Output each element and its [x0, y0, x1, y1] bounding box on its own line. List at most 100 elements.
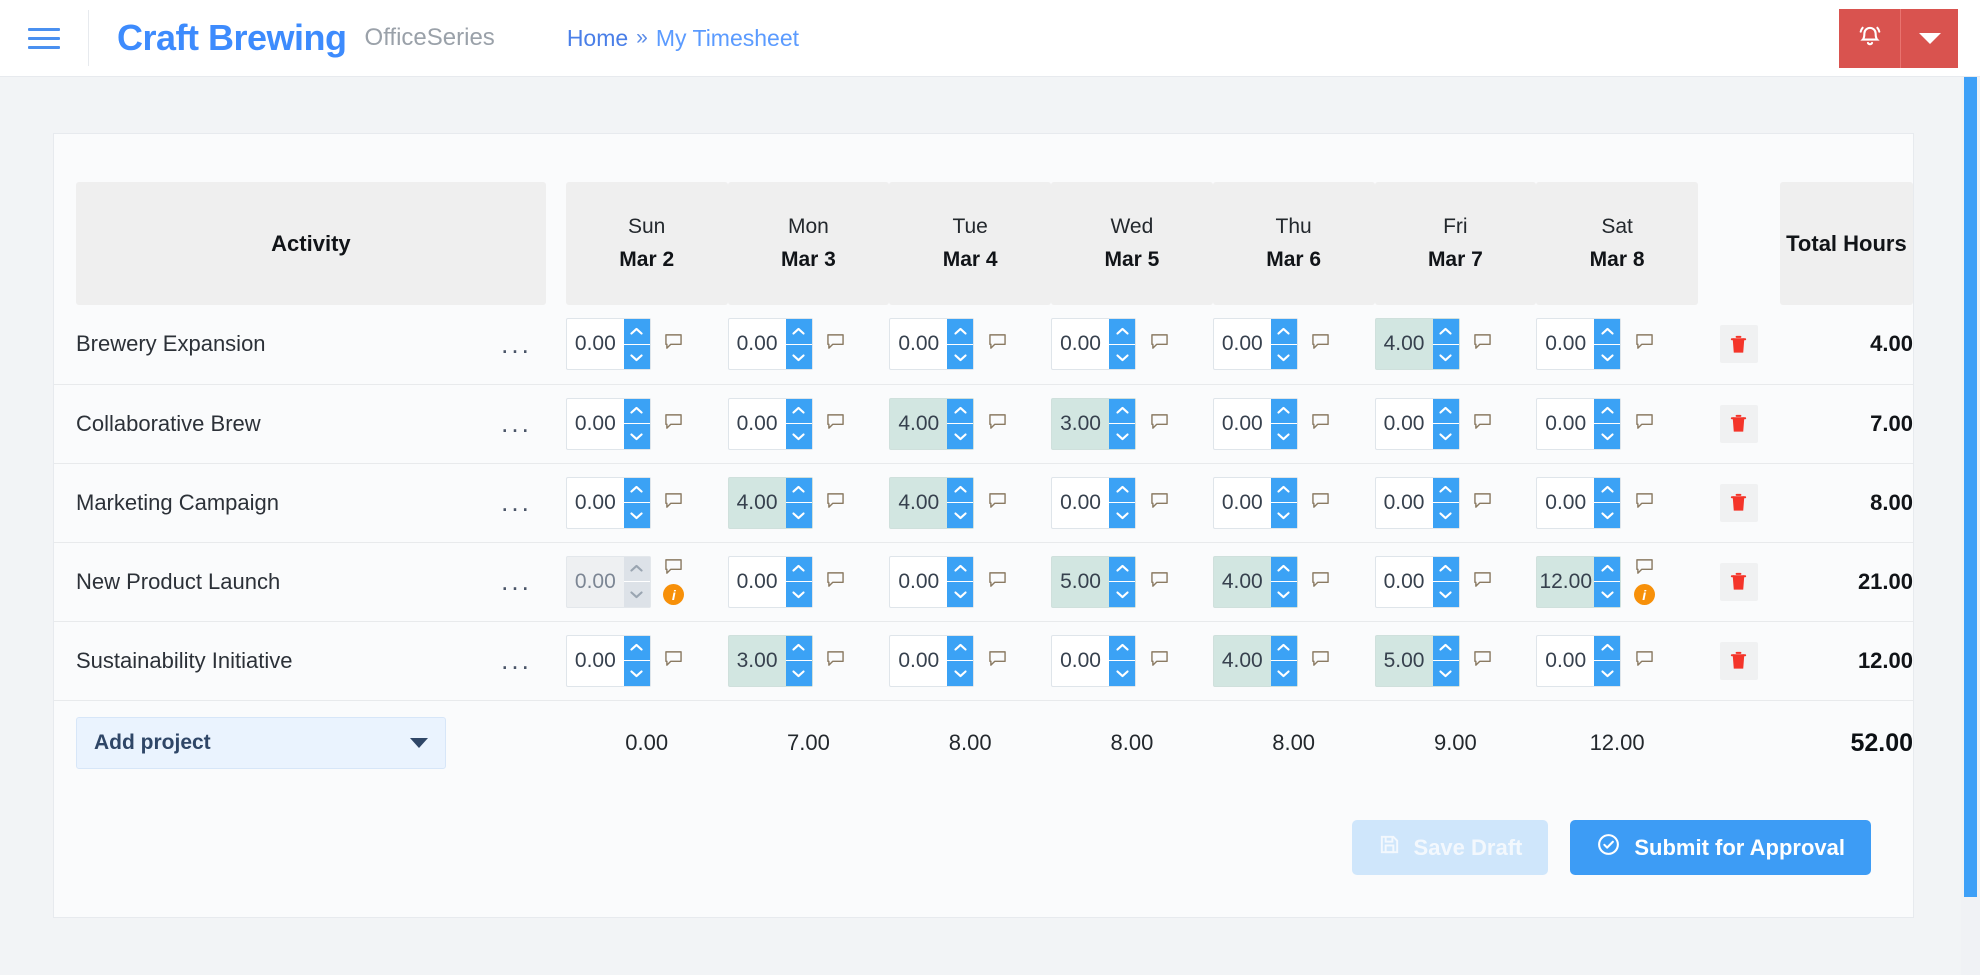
chevron-up-icon[interactable]: [1271, 557, 1297, 583]
chevron-down-icon[interactable]: [1271, 661, 1297, 686]
comment-icon[interactable]: [826, 492, 845, 514]
comment-icon[interactable]: [1473, 492, 1492, 514]
chevron-down-icon[interactable]: [1271, 582, 1297, 607]
comment-icon[interactable]: [664, 650, 683, 672]
chevron-up-icon[interactable]: [1433, 319, 1459, 345]
chevron-up-icon[interactable]: [1594, 557, 1620, 583]
hours-value[interactable]: 5.00: [1376, 636, 1433, 686]
hours-value[interactable]: 4.00: [890, 399, 947, 449]
hours-input-mon[interactable]: 0.00: [728, 398, 813, 450]
hours-value[interactable]: 0.00: [1537, 319, 1594, 369]
add-project-dropdown[interactable]: Add project: [76, 717, 446, 769]
chevron-up-icon[interactable]: [947, 319, 973, 345]
hours-value[interactable]: 0.00: [729, 557, 786, 607]
chevron-down-icon[interactable]: [1109, 345, 1135, 370]
hours-input-thu[interactable]: 0.00: [1213, 477, 1298, 529]
hours-value[interactable]: 12.00: [1537, 557, 1594, 607]
chevron-up-icon[interactable]: [947, 557, 973, 583]
chevron-down-icon[interactable]: [1433, 503, 1459, 528]
comment-icon[interactable]: [988, 492, 1007, 514]
comment-icon[interactable]: [1635, 558, 1654, 580]
chevron-down-icon[interactable]: [1109, 582, 1135, 607]
comment-icon[interactable]: [1635, 492, 1654, 514]
comment-icon[interactable]: [826, 413, 845, 435]
chevron-up-icon[interactable]: [1271, 399, 1297, 425]
hours-value[interactable]: 0.00: [1537, 636, 1594, 686]
hours-value[interactable]: 0.00: [890, 557, 947, 607]
hours-input-tue[interactable]: 0.00: [889, 318, 974, 370]
hours-input-tue[interactable]: 0.00: [889, 556, 974, 608]
hours-input-sun[interactable]: 0.00: [566, 318, 651, 370]
hours-value[interactable]: 0.00: [1537, 399, 1594, 449]
chevron-up-icon[interactable]: [786, 557, 812, 583]
hours-value[interactable]: 0.00: [1214, 319, 1271, 369]
trash-icon[interactable]: [1720, 484, 1758, 522]
comment-icon[interactable]: [1473, 413, 1492, 435]
save-draft-button[interactable]: Save Draft: [1352, 820, 1549, 875]
hours-value[interactable]: 0.00: [1376, 478, 1433, 528]
hours-value[interactable]: 3.00: [729, 636, 786, 686]
comment-icon[interactable]: [1473, 650, 1492, 672]
notifications-dropdown-button[interactable]: [1901, 9, 1958, 68]
hours-input-mon[interactable]: 0.00: [728, 318, 813, 370]
chevron-down-icon[interactable]: [1433, 424, 1459, 449]
chevron-down-icon[interactable]: [624, 503, 650, 528]
hours-value[interactable]: 0.00: [729, 319, 786, 369]
chevron-up-icon[interactable]: [1109, 557, 1135, 583]
chevron-up-icon[interactable]: [1109, 399, 1135, 425]
comment-icon[interactable]: [664, 558, 683, 580]
chevron-up-icon[interactable]: [786, 319, 812, 345]
comment-icon[interactable]: [988, 333, 1007, 355]
hours-input-wed[interactable]: 0.00: [1051, 318, 1136, 370]
chevron-down-icon[interactable]: [1271, 424, 1297, 449]
submit-for-approval-button[interactable]: Submit for Approval: [1570, 820, 1871, 875]
hours-input-mon[interactable]: 3.00: [728, 635, 813, 687]
hours-value[interactable]: 0.00: [890, 636, 947, 686]
hours-input-tue[interactable]: 4.00: [889, 477, 974, 529]
chevron-up-icon[interactable]: [1433, 636, 1459, 662]
hours-value[interactable]: 4.00: [890, 478, 947, 528]
chevron-down-icon[interactable]: [947, 661, 973, 686]
comment-icon[interactable]: [1311, 650, 1330, 672]
hours-input-mon[interactable]: 4.00: [728, 477, 813, 529]
hours-value[interactable]: 4.00: [729, 478, 786, 528]
comment-icon[interactable]: [1635, 333, 1654, 355]
chevron-down-icon[interactable]: [1594, 424, 1620, 449]
hours-value[interactable]: 4.00: [1376, 319, 1433, 369]
hours-input-mon[interactable]: 0.00: [728, 556, 813, 608]
chevron-down-icon[interactable]: [1271, 345, 1297, 370]
chevron-down-icon[interactable]: [786, 582, 812, 607]
comment-icon[interactable]: [988, 413, 1007, 435]
hours-value[interactable]: 0.00: [567, 319, 624, 369]
comment-icon[interactable]: [826, 650, 845, 672]
chevron-up-icon[interactable]: [624, 399, 650, 425]
hours-value[interactable]: 0.00: [567, 636, 624, 686]
chevron-down-icon[interactable]: [947, 345, 973, 370]
hours-value[interactable]: 0.00: [1376, 399, 1433, 449]
chevron-up-icon[interactable]: [947, 636, 973, 662]
chevron-up-icon[interactable]: [1109, 478, 1135, 504]
hours-value[interactable]: 0.00: [567, 478, 624, 528]
hours-input-sat[interactable]: 0.00: [1536, 477, 1621, 529]
chevron-up-icon[interactable]: [1594, 319, 1620, 345]
row-menu-button[interactable]: ...: [501, 329, 566, 360]
chevron-up-icon[interactable]: [1109, 636, 1135, 662]
hours-value[interactable]: 0.00: [1052, 478, 1109, 528]
comment-icon[interactable]: [1150, 333, 1169, 355]
trash-icon[interactable]: [1720, 325, 1758, 363]
chevron-up-icon[interactable]: [1594, 478, 1620, 504]
chevron-down-icon[interactable]: [624, 661, 650, 686]
chevron-down-icon[interactable]: [786, 424, 812, 449]
trash-icon[interactable]: [1720, 405, 1758, 443]
chevron-up-icon[interactable]: [1271, 636, 1297, 662]
comment-icon[interactable]: [664, 492, 683, 514]
chevron-up-icon[interactable]: [624, 478, 650, 504]
comment-icon[interactable]: [1473, 571, 1492, 593]
hours-input-wed[interactable]: 5.00: [1051, 556, 1136, 608]
chevron-up-icon[interactable]: [1271, 319, 1297, 345]
hours-input-sat[interactable]: 0.00: [1536, 398, 1621, 450]
hours-input-sat[interactable]: 0.00: [1536, 318, 1621, 370]
row-menu-button[interactable]: ...: [501, 408, 566, 439]
comment-icon[interactable]: [988, 650, 1007, 672]
chevron-up-icon[interactable]: [1109, 319, 1135, 345]
